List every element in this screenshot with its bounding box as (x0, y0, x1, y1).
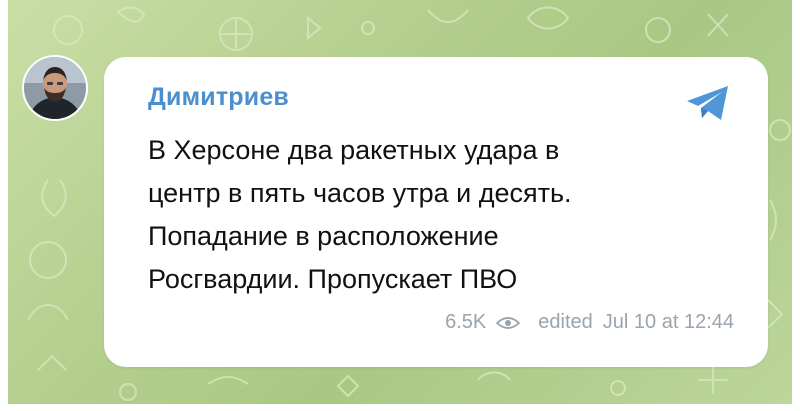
chat-background: Димитриев В Херсоне два ракетных удара в… (8, 0, 792, 404)
message-line: центр в пять часов утра и десять. (148, 178, 572, 208)
bottom-border (0, 404, 800, 411)
edited-label: edited (538, 311, 593, 333)
message-timestamp: Jul 10 at 12:44 (602, 311, 734, 333)
view-count: 6.5K (445, 311, 487, 333)
message-line: В Херсоне два ракетных удара в (148, 135, 560, 165)
message-meta: 6.5K edited Jul 10 at 12:44 (445, 311, 734, 334)
message-text: В Херсоне два ракетных удара в центр в п… (148, 129, 738, 301)
eye-icon (496, 316, 521, 329)
message-line: Росгвардии. Пропускает ПВО (148, 264, 518, 294)
message-line: Попадание в расположение (148, 221, 499, 251)
avatar-photo (24, 57, 86, 119)
message-bubble[interactable]: Димитриев В Херсоне два ракетных удара в… (104, 57, 768, 367)
telegram-icon[interactable] (684, 83, 732, 123)
avatar[interactable] (22, 55, 88, 121)
sender-name[interactable]: Димитриев (148, 83, 289, 112)
